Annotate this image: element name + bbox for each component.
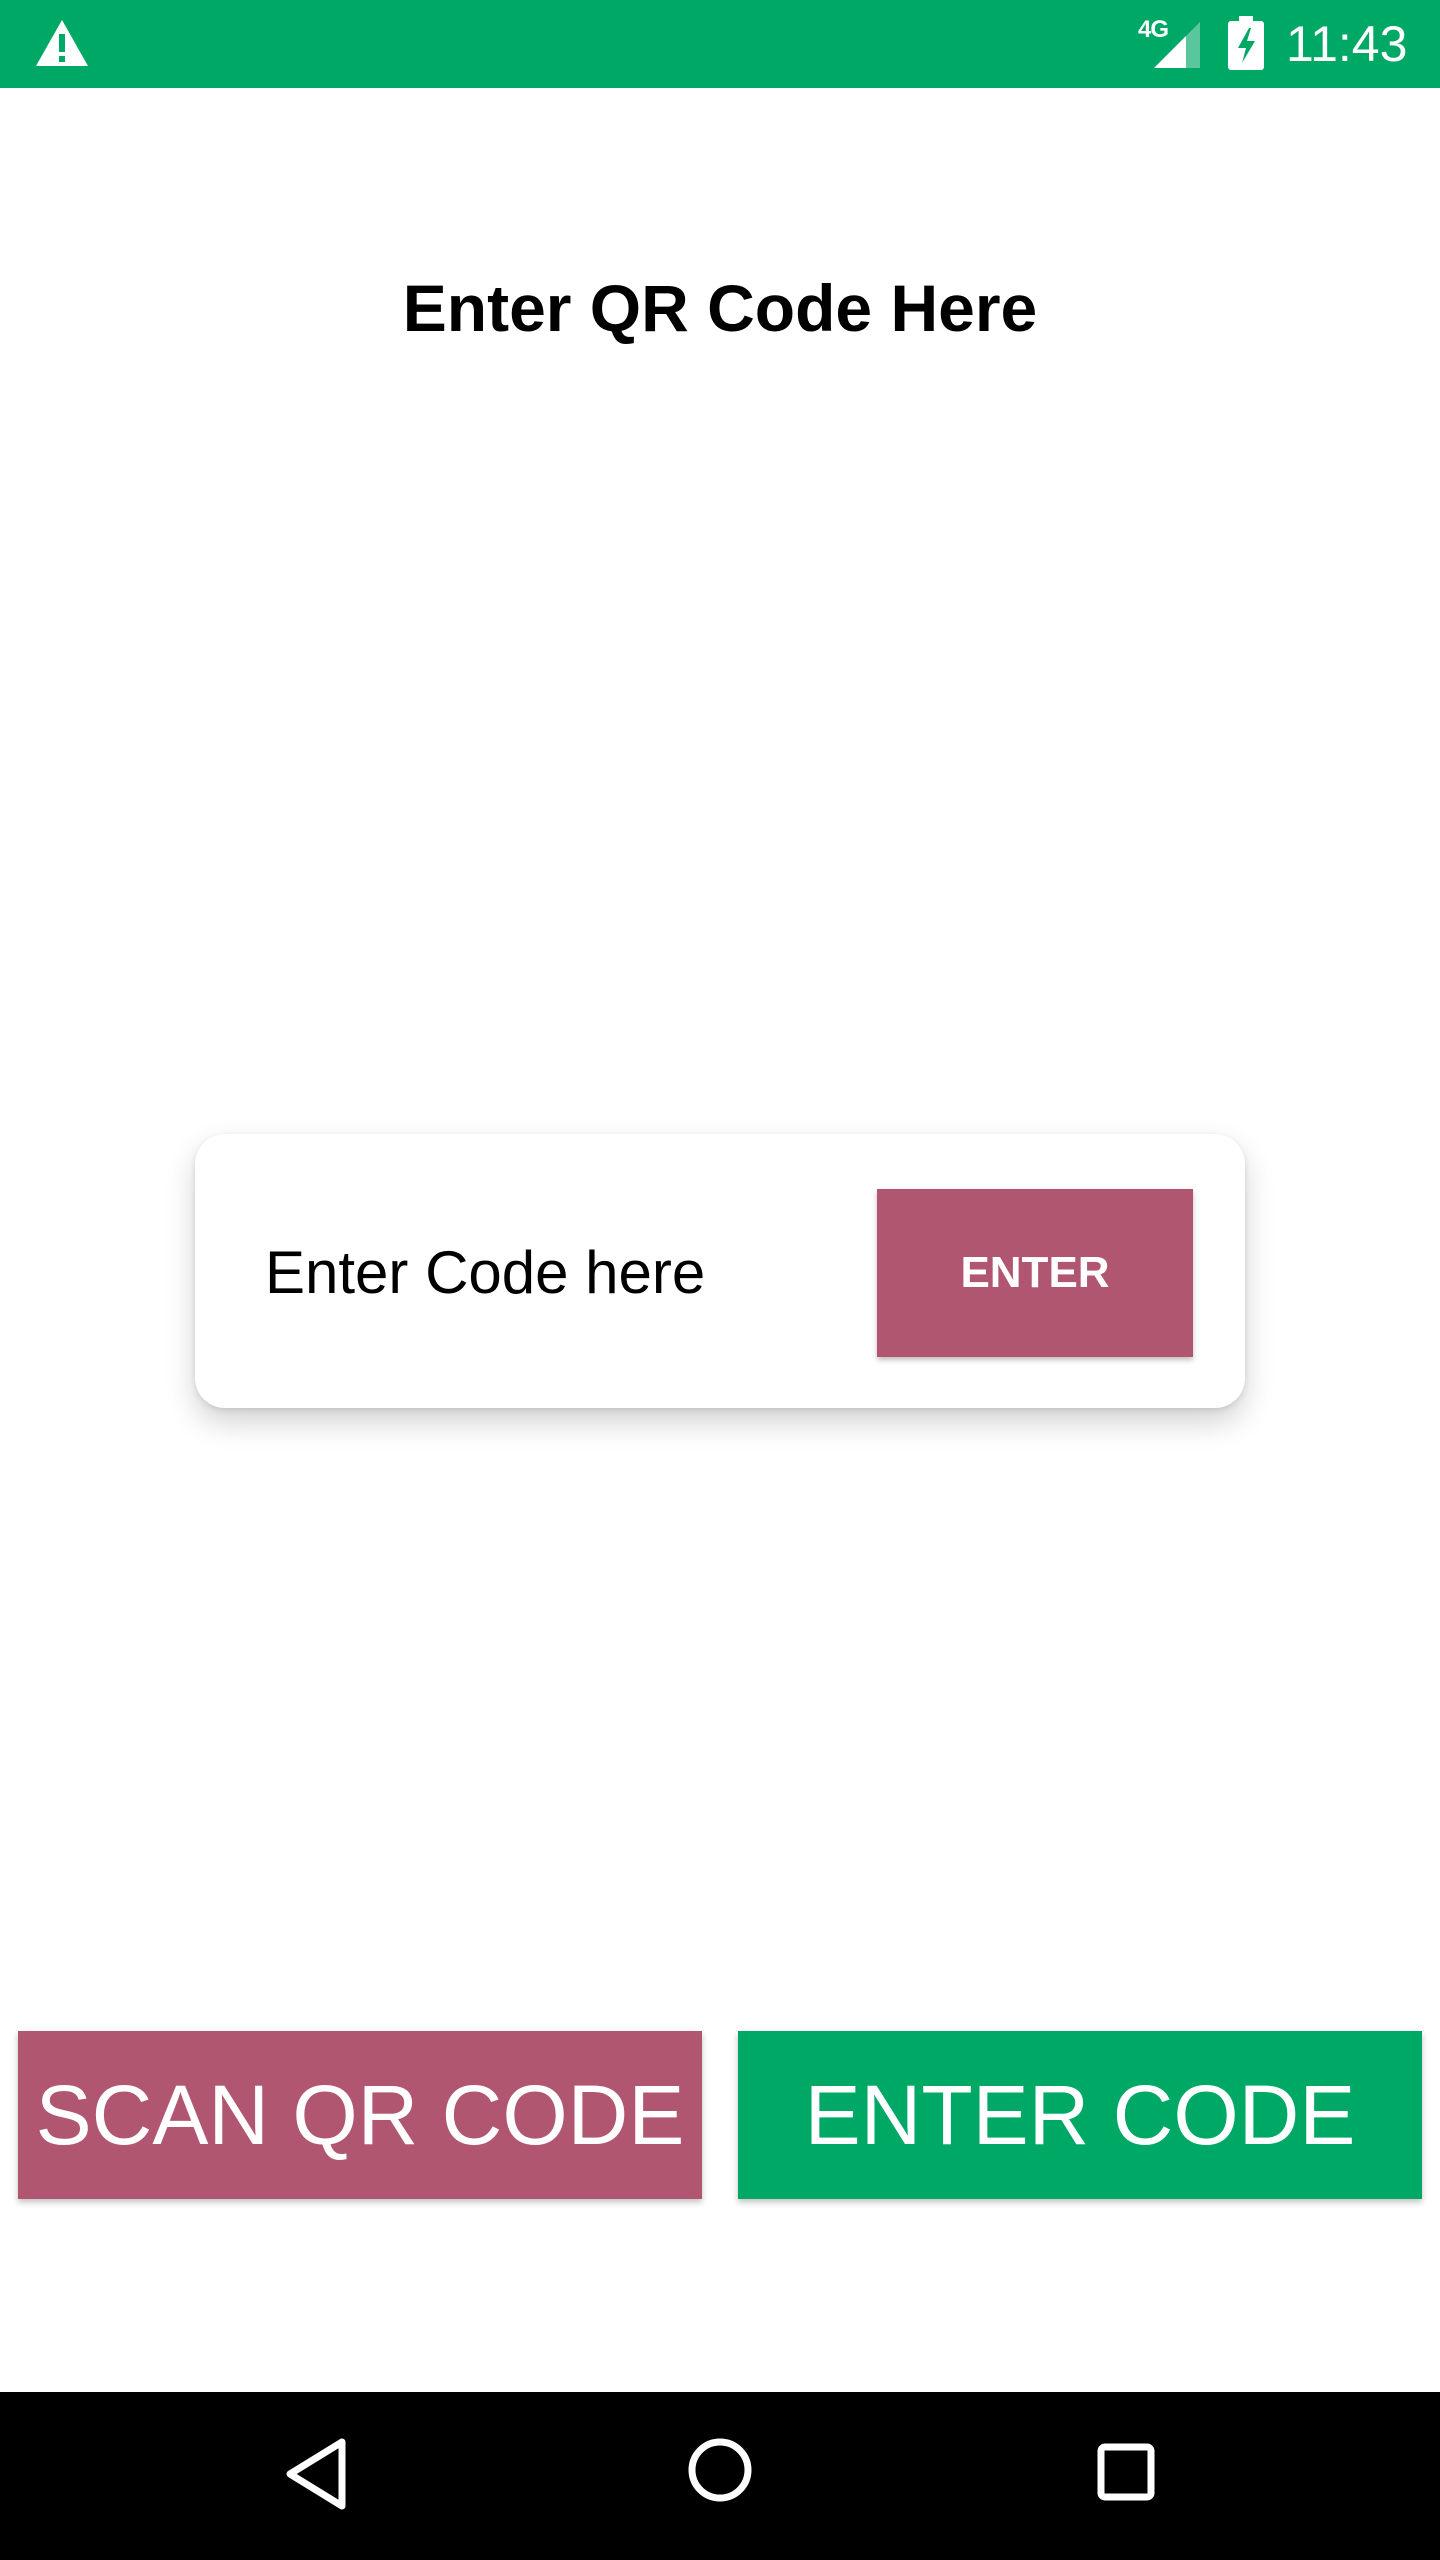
- navigation-bar: [0, 2392, 1440, 2560]
- page-title: Enter QR Code Here: [402, 271, 1038, 345]
- app-screen: 4G 11:43 Enter QR Code Here ENTER SCAN Q…: [0, 0, 1440, 2560]
- enter-button[interactable]: ENTER: [877, 1189, 1193, 1357]
- battery-charging-icon: [1228, 16, 1264, 70]
- recents-square-icon[interactable]: [1096, 2442, 1156, 2502]
- home-circle-icon[interactable]: [686, 2436, 754, 2504]
- back-triangle-icon[interactable]: [280, 2434, 350, 2514]
- scan-qr-code-button[interactable]: SCAN QR CODE: [18, 2031, 702, 2199]
- status-bar: 4G 11:43: [0, 0, 1440, 88]
- code-input[interactable]: [265, 1222, 825, 1322]
- cell-signal-icon: [1154, 22, 1200, 68]
- warning-icon: [36, 20, 88, 66]
- status-clock: 11:43: [1286, 16, 1408, 72]
- code-entry-card: ENTER: [195, 1134, 1245, 1408]
- enter-code-button[interactable]: ENTER CODE: [738, 2031, 1422, 2199]
